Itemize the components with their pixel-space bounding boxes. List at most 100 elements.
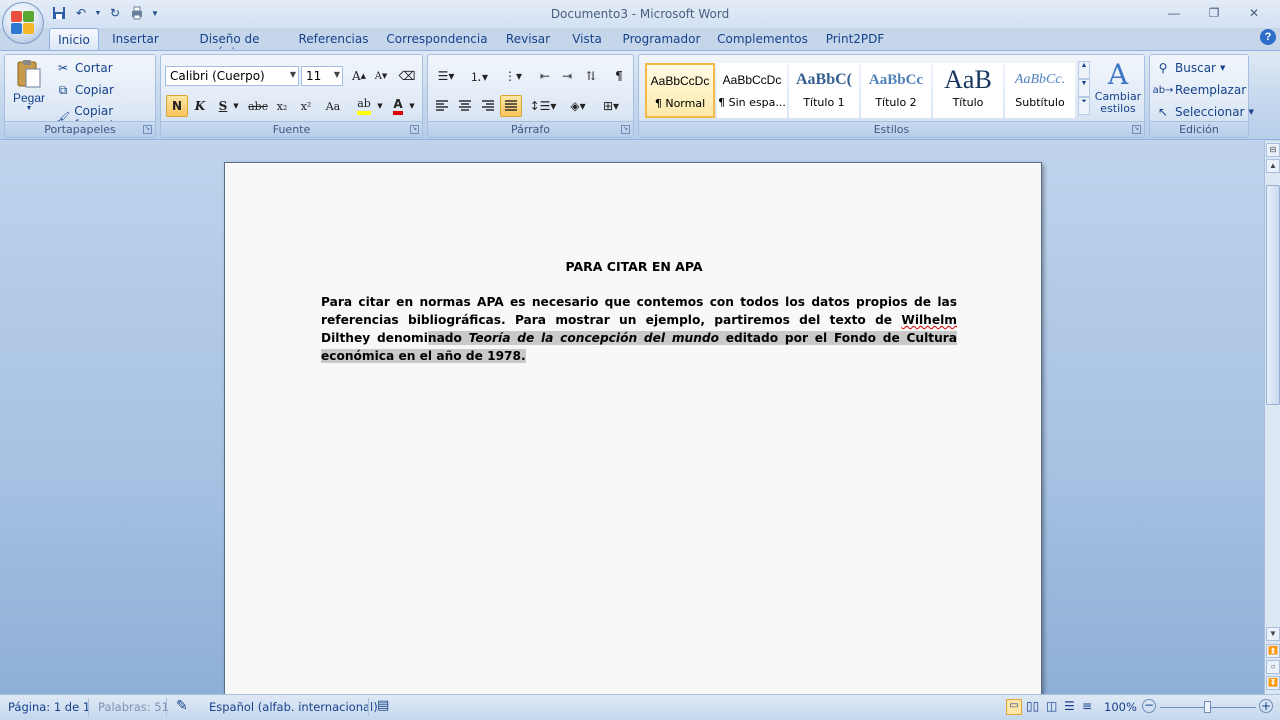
- tab-insertar[interactable]: Insertar: [108, 28, 163, 50]
- show-marks-icon[interactable]: ¶: [608, 65, 630, 87]
- maximize-icon[interactable]: ❐: [1194, 3, 1234, 23]
- styles-scroll: ▲ ▼ ⏷: [1078, 61, 1090, 121]
- vertical-scrollbar[interactable]: ⊟ ▲ ▼ ⏫ ○ ⏬: [1264, 141, 1280, 694]
- borders-icon[interactable]: ⊞▾: [596, 95, 626, 117]
- binoculars-icon: ⚲: [1158, 61, 1168, 75]
- tab-inicio[interactable]: Inicio: [49, 28, 99, 50]
- scroll-up-icon[interactable]: ▲: [1266, 159, 1280, 173]
- copy-label: Copiar: [75, 83, 114, 97]
- office-logo-icon: [11, 11, 35, 35]
- justify-icon[interactable]: [500, 95, 522, 117]
- style-titulo[interactable]: AaB Título: [933, 63, 1003, 118]
- next-page-icon[interactable]: ⏬: [1266, 676, 1280, 690]
- style-sin-espaciado-label: ¶ Sin espa...: [718, 96, 786, 109]
- align-left-icon[interactable]: [431, 95, 453, 117]
- full-screen-reading-icon[interactable]: ▯▯: [1026, 699, 1039, 713]
- zoom-in-icon[interactable]: +: [1259, 699, 1273, 713]
- tab-diseno-pagina[interactable]: Diseño de página: [178, 28, 281, 60]
- style-normal[interactable]: AaBbCcDc ¶ Normal: [645, 63, 715, 118]
- font-size-combo[interactable]: 11 ▼: [301, 66, 343, 86]
- page-count-status[interactable]: Página: 1 de 1: [8, 700, 90, 714]
- strikethrough-button[interactable]: abc: [247, 95, 269, 117]
- grow-font-icon[interactable]: A ▲: [348, 65, 370, 87]
- ruler-toggle-icon[interactable]: ⊟: [1266, 143, 1280, 157]
- tab-print2pdf[interactable]: Print2PDF: [822, 28, 888, 50]
- style-sin-espaciado-preview: AaBbCcDc: [722, 73, 782, 87]
- find-button[interactable]: ⚲ Buscar ▼: [1155, 60, 1226, 76]
- style-titulo-2[interactable]: AaBbCc Título 2: [861, 63, 931, 118]
- style-subtitulo[interactable]: AaBbCc. Subtítulo: [1005, 63, 1075, 118]
- style-sin-espaciado[interactable]: AaBbCcDc ¶ Sin espa...: [717, 63, 787, 118]
- web-layout-icon[interactable]: ◫: [1046, 699, 1057, 713]
- clipboard-launcher-icon[interactable]: ↘: [143, 125, 152, 134]
- help-icon[interactable]: ?: [1260, 29, 1276, 45]
- font-launcher-icon[interactable]: ↘: [410, 125, 419, 134]
- macro-record-icon[interactable]: ▤: [377, 698, 389, 713]
- browse-object-icon[interactable]: ○: [1266, 660, 1280, 674]
- scroll-thumb[interactable]: [1266, 185, 1280, 405]
- underline-dropdown-icon[interactable]: ▼: [231, 95, 241, 117]
- font-color-dropdown-icon[interactable]: ▼: [407, 95, 417, 117]
- word-count-status[interactable]: Palabras: 51: [98, 700, 169, 714]
- superscript-button[interactable]: x²: [295, 95, 317, 117]
- tab-programador[interactable]: Programador: [620, 28, 703, 50]
- outline-view-icon[interactable]: ☰: [1064, 699, 1075, 713]
- italic-button[interactable]: K: [189, 95, 211, 117]
- sort-icon[interactable]: ⇅: [580, 65, 602, 87]
- window-title: Documento3 - Microsoft Word: [550, 7, 730, 21]
- status-bar: Página: 1 de 1 Palabras: 51 ✎ Español (a…: [0, 694, 1280, 720]
- print-layout-view-icon[interactable]: ▭: [1006, 699, 1022, 715]
- decrease-indent-icon[interactable]: ⇤: [534, 65, 556, 87]
- shading-icon[interactable]: ◈▾: [563, 95, 593, 117]
- close-icon[interactable]: ✕: [1234, 3, 1274, 23]
- document-page[interactable]: PARA CITAR EN APA Para citar en normas A…: [224, 162, 1042, 702]
- styles-scroll-up-icon[interactable]: ▲: [1078, 61, 1090, 79]
- style-titulo-1[interactable]: AaBbC( Título 1: [789, 63, 859, 118]
- line-spacing-icon[interactable]: ↕☰▾: [528, 95, 558, 117]
- multilevel-list-icon[interactable]: ⋮▾: [498, 65, 528, 87]
- zoom-out-icon[interactable]: −: [1142, 699, 1156, 713]
- tab-vista[interactable]: Vista: [568, 28, 606, 50]
- bold-button[interactable]: N: [166, 95, 188, 117]
- change-styles-button[interactable]: A Cambiar estilos: [1093, 59, 1143, 121]
- paste-button[interactable]: Pegar ▼: [9, 59, 49, 119]
- tab-referencias[interactable]: Referencias: [296, 28, 371, 50]
- tab-correspondencia[interactable]: Correspondencia: [386, 28, 488, 50]
- draft-view-icon[interactable]: ≡: [1082, 699, 1092, 713]
- tab-complementos[interactable]: Complementos: [717, 28, 808, 50]
- align-center-icon[interactable]: [454, 95, 476, 117]
- paragraph-launcher-icon[interactable]: ↘: [621, 125, 630, 134]
- find-dropdown-icon: ▼: [1219, 64, 1226, 72]
- styles-launcher-icon[interactable]: ↘: [1132, 125, 1141, 134]
- cut-button[interactable]: ✂ Cortar: [55, 60, 113, 76]
- clipboard-group-label: Portapapeles: [5, 121, 155, 137]
- zoom-slider-thumb[interactable]: [1204, 701, 1211, 713]
- clear-format-icon[interactable]: ⌫: [396, 65, 418, 87]
- highlight-dropdown-icon[interactable]: ▼: [375, 95, 385, 117]
- numbering-icon[interactable]: ⒈▾: [464, 65, 494, 87]
- subscript-button[interactable]: x₂: [271, 95, 293, 117]
- scroll-down-icon[interactable]: ▼: [1266, 627, 1280, 641]
- highlight-color-icon[interactable]: ab: [351, 95, 377, 117]
- align-right-icon[interactable]: [477, 95, 499, 117]
- style-normal-preview: AaBbCcDc: [650, 74, 710, 88]
- tab-revisar[interactable]: Revisar: [502, 28, 554, 50]
- styles-more-icon[interactable]: ⏷: [1078, 97, 1090, 115]
- increase-indent-icon[interactable]: ⇥: [556, 65, 578, 87]
- proofing-icon[interactable]: ✎: [176, 698, 188, 714]
- select-button[interactable]: ↖ Seleccionar ▼: [1155, 104, 1254, 120]
- minimize-icon[interactable]: —: [1154, 3, 1194, 23]
- bullets-icon[interactable]: ☰▾: [431, 65, 461, 87]
- styles-scroll-down-icon[interactable]: ▼: [1078, 79, 1090, 97]
- previous-page-icon[interactable]: ⏫: [1266, 644, 1280, 658]
- copy-button[interactable]: ⧉ Copiar: [55, 82, 114, 98]
- font-size-value: 11: [306, 69, 322, 83]
- font-name-combo[interactable]: Calibri (Cuerpo) ▼: [165, 66, 299, 86]
- shrink-font-icon[interactable]: A ▼: [370, 65, 392, 87]
- zoom-level[interactable]: 100%: [1104, 700, 1137, 714]
- font-color-icon[interactable]: A: [387, 95, 409, 117]
- office-button[interactable]: [2, 2, 44, 44]
- change-case-button[interactable]: Aa: [319, 95, 347, 117]
- replace-button[interactable]: ab→ Reemplazar: [1153, 82, 1247, 98]
- language-status[interactable]: Español (alfab. internacional): [209, 700, 378, 714]
